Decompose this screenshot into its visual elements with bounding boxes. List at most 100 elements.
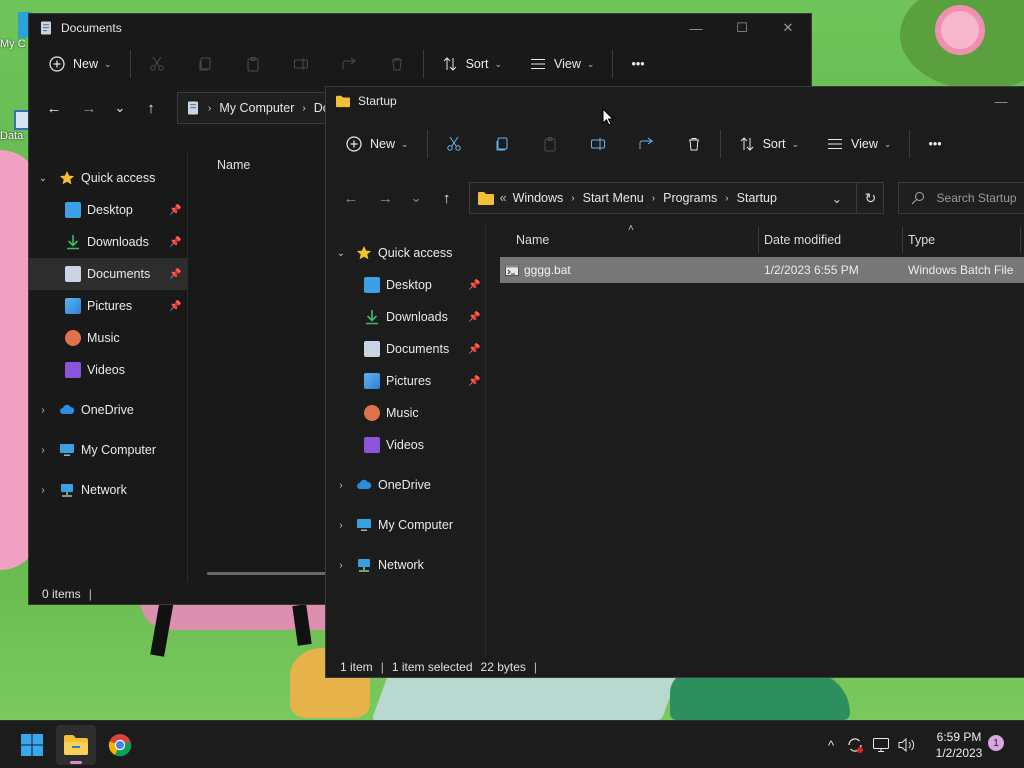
minimize-button[interactable]: — [978, 87, 1024, 115]
column-header-name[interactable]: Name [217, 158, 250, 172]
sidebar-item-downloads[interactable]: Downloads 📌 [326, 301, 484, 333]
more-options-button[interactable]: ••• [920, 128, 949, 160]
address-dropdown-button[interactable]: ⌄ [832, 191, 842, 206]
breadcrumb-programs[interactable]: Programs [663, 191, 717, 205]
horizontal-scrollbar[interactable] [207, 572, 327, 575]
column-resize-handle[interactable] [758, 227, 759, 253]
column-resize-handle[interactable] [1020, 227, 1021, 253]
chevron-right-icon[interactable]: › [36, 405, 50, 416]
recent-locations-button[interactable]: ⌄ [405, 183, 427, 213]
chrome-icon [108, 734, 132, 757]
refresh-button[interactable]: ↻ [865, 190, 877, 207]
rename-button[interactable] [285, 48, 317, 80]
desktop-icon-my-computer[interactable]: My C [0, 12, 32, 68]
paste-button[interactable] [534, 128, 566, 160]
pane-divider[interactable] [187, 152, 188, 582]
sidebar-item-music[interactable]: Music [326, 397, 484, 429]
up-button[interactable]: ↑ [136, 93, 166, 123]
sidebar-item-my-computer[interactable]: › My Computer [326, 509, 484, 541]
sidebar-item-network[interactable]: › Network [29, 474, 187, 506]
share-button[interactable] [630, 128, 662, 160]
forward-button[interactable]: → [74, 93, 104, 123]
sidebar-item-documents[interactable]: Documents 📌 [326, 333, 484, 365]
up-button[interactable]: ↑ [432, 183, 462, 213]
sidebar-item-onedrive[interactable]: › OneDrive [326, 469, 484, 501]
view-button[interactable]: View ⌄ [819, 128, 899, 160]
back-button[interactable]: ← [336, 183, 366, 213]
sidebar-item-quick-access[interactable]: ⌄ Quick access [29, 162, 187, 194]
title-bar[interactable]: Startup — [326, 87, 1024, 115]
forward-button[interactable]: → [371, 183, 401, 213]
chevron-down-icon[interactable]: ⌄ [334, 248, 348, 259]
chevron-right-icon[interactable]: › [334, 520, 348, 531]
view-button[interactable]: View ⌄ [522, 48, 602, 80]
column-resize-handle[interactable] [902, 227, 903, 253]
rename-button[interactable] [582, 128, 614, 160]
search-box[interactable]: Search Startup [897, 182, 1024, 214]
sidebar-item-desktop[interactable]: Desktop 📌 [29, 194, 187, 226]
breadcrumb-start-menu[interactable]: Start Menu [583, 191, 644, 205]
recent-locations-button[interactable]: ⌄ [109, 93, 131, 123]
cut-button[interactable] [438, 128, 470, 160]
address-bar[interactable]: › My Computer › Doc [177, 92, 337, 124]
chevron-down-icon: ⌄ [494, 58, 503, 69]
taskbar-chrome[interactable] [100, 725, 140, 765]
chevron-right-icon[interactable]: › [36, 445, 50, 456]
breadcrumb-my-computer[interactable]: My Computer [219, 101, 294, 115]
sort-button[interactable]: Sort ⌄ [434, 48, 510, 80]
sidebar-item-quick-access[interactable]: ⌄ Quick access [326, 237, 484, 269]
chevron-down-icon[interactable]: ⌄ [36, 173, 50, 184]
sidebar-item-my-computer[interactable]: › My Computer [29, 434, 187, 466]
sidebar-item-onedrive[interactable]: › OneDrive [29, 394, 187, 426]
show-hidden-icons-button[interactable]: ^ [820, 721, 842, 768]
taskbar-clock[interactable]: 6:59 PM 1/2/2023 [924, 729, 994, 761]
chevron-down-icon: ⌄ [791, 138, 800, 149]
new-button[interactable]: New ⌄ [41, 48, 120, 80]
chevron-right-icon[interactable]: › [36, 485, 50, 496]
column-header-name[interactable]: Name [516, 225, 549, 255]
paste-button[interactable] [237, 48, 269, 80]
sidebar-item-downloads[interactable]: Downloads 📌 [29, 226, 187, 258]
breadcrumb-startup[interactable]: Startup [737, 191, 777, 205]
cut-button[interactable] [141, 48, 173, 80]
chevron-right-icon[interactable]: › [334, 480, 348, 491]
taskbar-file-explorer[interactable] [56, 725, 96, 765]
network-tray-icon[interactable] [870, 721, 892, 768]
desktop-icon-data-shortcut[interactable]: Data [0, 110, 30, 174]
sidebar-item-pictures[interactable]: Pictures 📌 [29, 290, 187, 322]
column-header-type[interactable]: Type [908, 225, 935, 255]
column-header-date-modified[interactable]: Date modified [764, 225, 841, 255]
back-button[interactable]: ← [39, 93, 69, 123]
sync-status-icon[interactable] [844, 721, 866, 768]
sidebar-item-videos[interactable]: Videos [326, 429, 484, 461]
address-bar[interactable]: « Windows › Start Menu › Programs › Star… [468, 182, 884, 214]
copy-button[interactable] [486, 128, 518, 160]
close-button[interactable]: ✕ [765, 14, 811, 42]
file-row[interactable]: gggg.bat 1/2/2023 6:55 PM Windows Batch … [500, 257, 1024, 283]
sidebar-item-music[interactable]: Music [29, 322, 187, 354]
pane-divider[interactable] [485, 225, 486, 657]
delete-button[interactable] [381, 48, 413, 80]
sidebar-item-documents[interactable]: Documents 📌 [29, 258, 187, 290]
overflow-breadcrumb[interactable]: « [500, 191, 507, 205]
minimize-button[interactable]: — [673, 14, 719, 42]
notification-badge[interactable]: 1 [988, 735, 1004, 751]
maximize-button[interactable]: ☐ [719, 14, 765, 42]
start-button[interactable] [12, 725, 52, 765]
file-name[interactable]: gggg.bat [524, 257, 571, 283]
sidebar-item-videos[interactable]: Videos [29, 354, 187, 386]
sort-button[interactable]: Sort ⌄ [731, 128, 807, 160]
title-bar[interactable]: Documents — ☐ ✕ [29, 14, 811, 42]
sidebar-item-pictures[interactable]: Pictures 📌 [326, 365, 484, 397]
share-button[interactable] [333, 48, 365, 80]
more-options-button[interactable]: ••• [623, 48, 652, 80]
sidebar-item-desktop[interactable]: Desktop 📌 [326, 269, 484, 301]
chevron-down-icon: ⌄ [104, 58, 112, 69]
delete-button[interactable] [678, 128, 710, 160]
breadcrumb-windows[interactable]: Windows [513, 191, 564, 205]
volume-tray-icon[interactable] [896, 721, 918, 768]
new-button[interactable]: New ⌄ [338, 128, 417, 160]
chevron-right-icon[interactable]: › [334, 560, 348, 571]
sidebar-item-network[interactable]: › Network [326, 549, 484, 581]
copy-button[interactable] [189, 48, 221, 80]
